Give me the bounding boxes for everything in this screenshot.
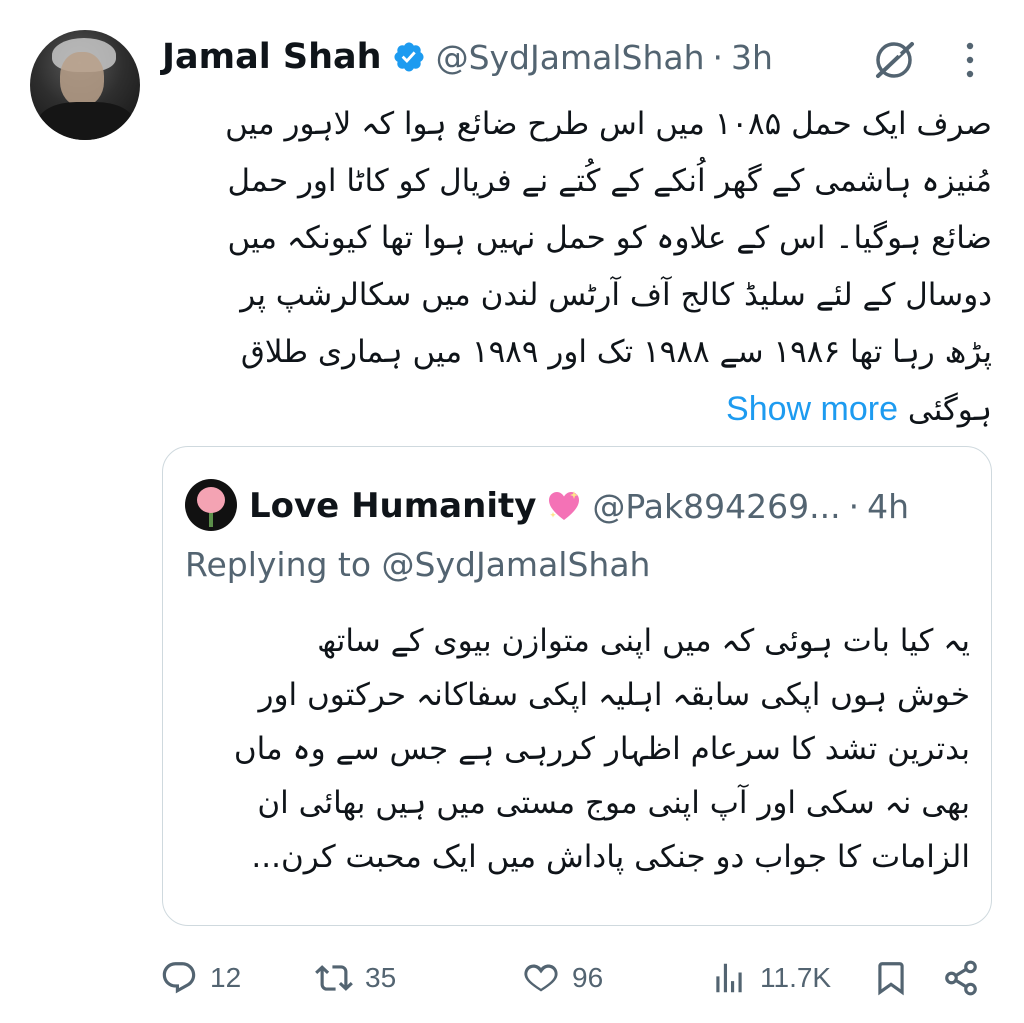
quoted-line: الزامات کا جواب دو جنکی پاداش میں ایک مح…	[251, 839, 970, 875]
share-button[interactable]	[942, 950, 980, 1006]
retweet-button[interactable]: 35	[315, 950, 396, 1006]
reply-button[interactable]: 12	[160, 950, 241, 1006]
quoted-line: خوش ہوں اپکی سابقہ اہلیہ اپکی سفاکانہ حر…	[258, 677, 970, 713]
replying-handle[interactable]: @SydJamalShah	[382, 545, 651, 584]
quoted-timestamp[interactable]: 4h	[867, 487, 909, 526]
bookmark-icon	[878, 962, 904, 996]
views-count: 11.7K	[760, 962, 832, 993]
grok-icon[interactable]	[868, 34, 920, 86]
replying-prefix: Replying to	[185, 545, 372, 584]
tweet-body: صرف ایک حمل ۱۰۸۵ میں اس طرح ضائع ہوا کہ …	[160, 96, 992, 439]
tweet-last-line: ہوگئی Show more	[160, 381, 992, 439]
tweet-line: ضائع ہوگیا۔ اس کے علاوہ کو حمل نہیں ہوا …	[227, 220, 992, 256]
quoted-tweet-body: یہ کیا بات ہوئی کہ میں اپنی متوازن بیوی …	[184, 614, 970, 884]
rose-flower	[197, 487, 225, 513]
sparkling-heart-icon	[549, 491, 580, 520]
verified-badge-icon	[394, 42, 424, 72]
avatar-face	[60, 52, 104, 106]
retweet-count: 35	[365, 962, 397, 993]
author-handle[interactable]: @SydJamalShah	[436, 38, 705, 77]
more-options-icon[interactable]	[955, 38, 985, 82]
heart-icon	[524, 964, 558, 992]
separator-dot: ·	[712, 37, 724, 77]
tweet-line: پڑھ رہا تھا ۱۹۸۶ سے ۱۹۸۸ تک اور ۱۹۸۹ میں…	[240, 334, 992, 370]
quoted-author-name[interactable]: Love Humanity	[249, 486, 536, 526]
quoted-line: یہ کیا بات ہوئی کہ میں اپنی متوازن بیوی …	[317, 623, 970, 659]
quoted-author-handle[interactable]: @Pak894269...	[592, 487, 840, 526]
avatar-coat	[38, 102, 134, 140]
reply-icon	[162, 962, 196, 994]
views-icon	[716, 963, 742, 993]
tweet-timestamp[interactable]: 3h	[731, 38, 773, 77]
action-bar: 12 35 96 11.7K	[160, 950, 990, 1006]
quoted-line: بدترین تشد کا سرعام اظہار کررہی ہے جس سے…	[233, 731, 970, 767]
quoted-author-avatar[interactable]	[185, 479, 237, 531]
separator-dot: ·	[848, 486, 860, 526]
views-button[interactable]: 11.7K	[710, 950, 831, 1006]
bookmark-button[interactable]	[872, 950, 910, 1006]
share-icon	[945, 960, 977, 996]
show-more-link[interactable]: Show more	[726, 390, 898, 428]
reply-count: 12	[210, 962, 242, 993]
author-avatar[interactable]	[30, 30, 140, 140]
quoted-header: Love Humanity @Pak894269... · 4h	[249, 479, 909, 533]
like-button[interactable]: 96	[522, 950, 603, 1006]
like-count: 96	[572, 962, 604, 993]
tweet-line: ہوگئی	[907, 392, 992, 428]
retweet-icon	[315, 965, 353, 991]
tweet-line: صرف ایک حمل ۱۰۸۵ میں اس طرح ضائع ہوا کہ …	[225, 106, 992, 142]
tweet-line: مُنیزہ ہاشمی کے گھر اُنکے کے کُتے نے فری…	[227, 163, 992, 199]
quoted-line: بھی نہ سکی اور آپ اپنی موج مستی میں ہیں …	[257, 785, 970, 821]
tweet-header: Jamal Shah @SydJamalShah · 3h	[162, 30, 773, 84]
author-name[interactable]: Jamal Shah	[162, 37, 382, 77]
tweet-line: دوسال کے لئے سلیڈ کالج آف آرٹس لندن میں …	[240, 277, 992, 313]
replying-to: Replying to @SydJamalShah	[185, 545, 650, 584]
